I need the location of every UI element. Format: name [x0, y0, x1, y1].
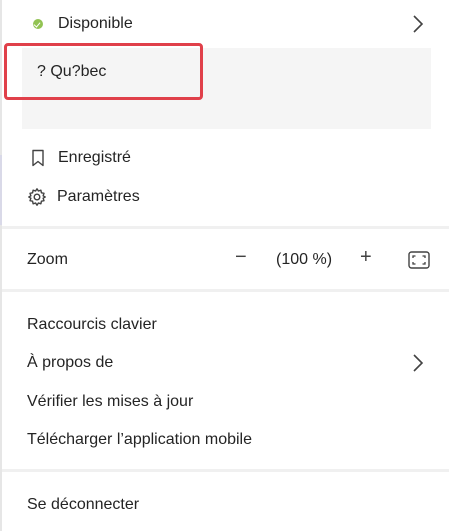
bookmark-icon: [32, 149, 44, 167]
chevron-right-icon: [413, 15, 424, 33]
divider: [2, 226, 449, 229]
about-item[interactable]: À propos de: [27, 354, 449, 372]
presence-status-label: Disponible: [58, 15, 133, 32]
gear-icon: [28, 188, 46, 206]
chevron-right-icon: [413, 354, 424, 372]
zoom-in-button[interactable]: +: [360, 246, 372, 269]
presence-status-row[interactable]: Disponible: [33, 15, 449, 33]
left-edge-accent: [0, 155, 2, 225]
fullscreen-icon[interactable]: [408, 250, 430, 270]
available-check-icon: [33, 19, 43, 29]
about-label: À propos de: [27, 354, 114, 371]
minus-icon: −: [235, 246, 247, 268]
check-updates-item[interactable]: Vérifier les mises à jour: [27, 393, 193, 411]
saved-item[interactable]: Enregistré: [28, 148, 131, 168]
zoom-label: Zoom: [27, 251, 68, 268]
settings-item[interactable]: Paramètres: [27, 187, 140, 207]
zoom-out-button[interactable]: −: [235, 246, 247, 269]
divider: [2, 289, 449, 292]
saved-label: Enregistré: [58, 149, 131, 166]
plus-icon: +: [360, 246, 372, 268]
highlight-annotation: [4, 43, 203, 100]
settings-label: Paramètres: [57, 188, 140, 205]
sign-out-item[interactable]: Se déconnecter: [27, 496, 139, 514]
keyboard-shortcuts-item[interactable]: Raccourcis clavier: [27, 316, 157, 334]
zoom-level: (100 %): [276, 251, 333, 268]
download-mobile-app-item[interactable]: Télécharger l’application mobile: [27, 431, 252, 449]
left-edge: [0, 0, 2, 531]
divider: [2, 469, 449, 472]
